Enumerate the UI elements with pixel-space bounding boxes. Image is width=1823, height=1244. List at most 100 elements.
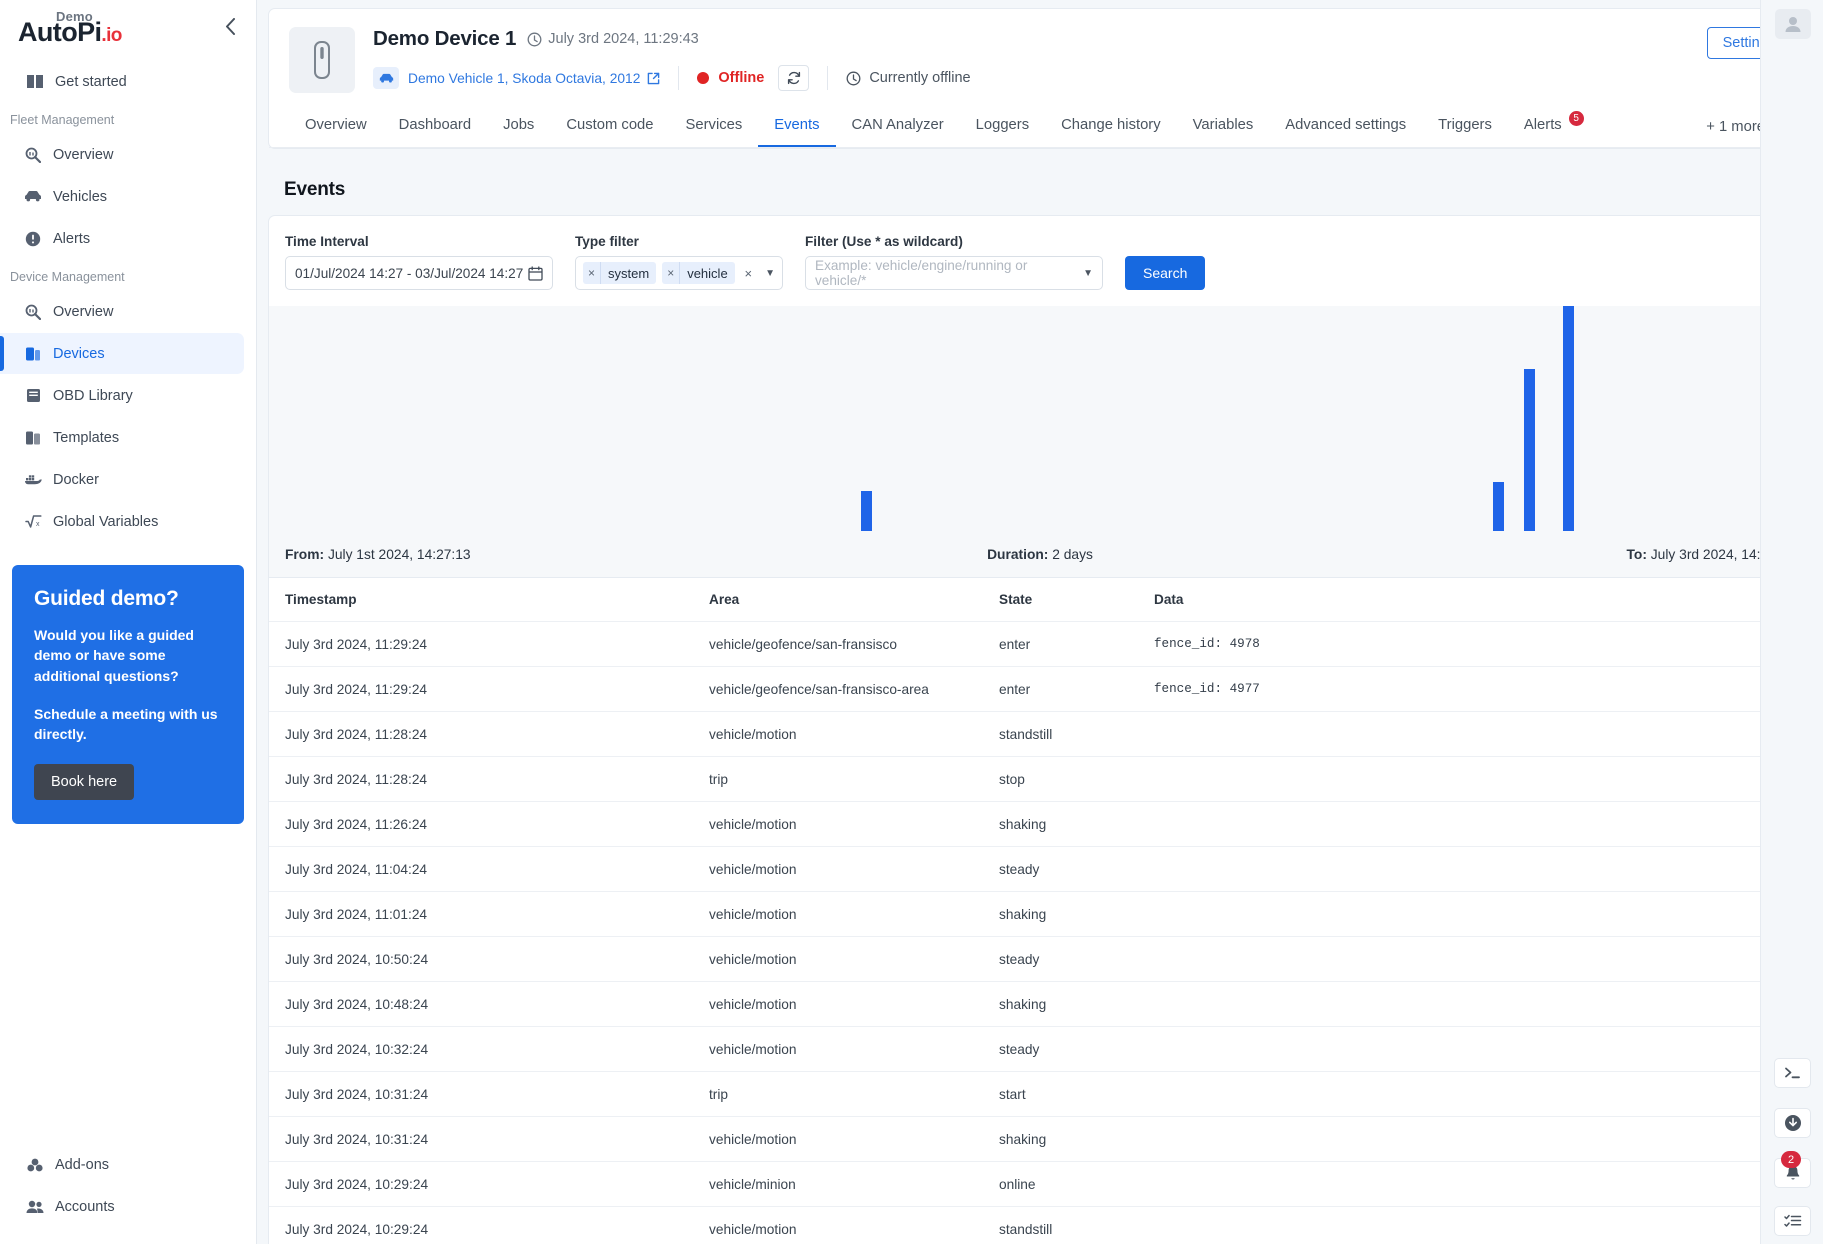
- events-timeline-chart: From: July 1st 2024, 14:27:13 Duration: …: [268, 306, 1812, 578]
- guided-demo-text-1: Would you like a guided demo or have som…: [34, 627, 194, 684]
- table-row[interactable]: July 3rd 2024, 11:29:24 vehicle/geofence/…: [269, 621, 1811, 667]
- device-tabs: Overview Dashboard Jobs Custom code Serv…: [269, 107, 1811, 148]
- guided-demo-text-2: Schedule a meeting with us directly.: [34, 705, 218, 743]
- tab-variables[interactable]: Variables: [1177, 107, 1270, 147]
- type-filter-input[interactable]: × system × vehicle × ▼: [575, 256, 783, 290]
- sidebar-item-accounts[interactable]: Accounts: [0, 1186, 244, 1227]
- sidebar-item-templates[interactable]: Templates: [0, 417, 244, 458]
- sidebar-collapse-button[interactable]: [225, 10, 238, 38]
- table-row[interactable]: July 3rd 2024, 10:48:24 vehicle/motion sha…: [269, 981, 1811, 1027]
- tabs-more-label: + 1 more: [1706, 119, 1765, 135]
- table-row[interactable]: July 3rd 2024, 10:32:24 vehicle/motion ste…: [269, 1026, 1811, 1072]
- sidebar-item-devices[interactable]: Devices: [0, 333, 244, 374]
- events-section-title: Events: [284, 179, 346, 200]
- tab-jobs[interactable]: Jobs: [487, 107, 550, 147]
- terminal-button[interactable]: [1774, 1058, 1811, 1088]
- chart-bar: [861, 490, 873, 531]
- tab-events[interactable]: Events: [758, 107, 836, 147]
- cell-timestamp: July 3rd 2024, 11:29:24: [269, 666, 709, 712]
- type-chip-vehicle[interactable]: × vehicle: [662, 262, 735, 284]
- refresh-button[interactable]: [778, 65, 810, 91]
- clear-all-icon[interactable]: ×: [745, 266, 753, 281]
- table-row[interactable]: July 3rd 2024, 11:28:24tripstop⚡: [269, 756, 1811, 802]
- device-timestamp-text: July 3rd 2024, 11:29:43: [548, 31, 699, 47]
- table-row[interactable]: July 3rd 2024, 10:31:24tripstart⚡: [269, 1071, 1811, 1117]
- sidebar-item-docker[interactable]: Docker: [0, 459, 244, 500]
- sidebar-item-label: Overview: [53, 146, 114, 163]
- tab-dashboard[interactable]: Dashboard: [383, 107, 487, 147]
- chart-from-label: From:: [285, 546, 325, 562]
- cell-state: steady: [999, 846, 1154, 892]
- divider: [827, 66, 829, 90]
- type-chip-system[interactable]: × system: [583, 262, 657, 284]
- user-avatar[interactable]: [1775, 9, 1811, 39]
- cell-data: [1154, 1116, 1751, 1162]
- wildcard-filter-input[interactable]: Example: vehicle/engine/running or vehic…: [805, 256, 1103, 290]
- tab-advanced-settings[interactable]: Advanced settings: [1269, 107, 1422, 147]
- chip-remove-icon[interactable]: ×: [662, 266, 679, 280]
- vehicle-link[interactable]: Demo Vehicle 1, Skoda Octavia, 2012: [408, 71, 640, 86]
- tab-loggers[interactable]: Loggers: [960, 107, 1045, 147]
- sidebar-item-fleet-overview[interactable]: Overview: [0, 134, 244, 175]
- tasks-button[interactable]: [1774, 1206, 1811, 1236]
- time-interval-input[interactable]: 01/Jul/2024 14:27 - 03/Jul/2024 14:27: [285, 256, 553, 290]
- column-header-timestamp[interactable]: Timestamp: [269, 578, 709, 622]
- cell-timestamp: July 3rd 2024, 10:31:24: [269, 1116, 709, 1162]
- logo-io: .io: [101, 25, 122, 46]
- column-header-state[interactable]: State: [999, 578, 1154, 622]
- clock-icon: [846, 71, 861, 85]
- cell-state: online: [999, 1161, 1154, 1207]
- sidebar-item-vehicles[interactable]: Vehicles: [0, 176, 244, 217]
- column-header-data[interactable]: Data: [1154, 578, 1751, 622]
- table-row[interactable]: July 3rd 2024, 11:29:24 vehicle/geofence/…: [269, 666, 1811, 712]
- table-row[interactable]: July 3rd 2024, 11:26:24 vehicle/motion sha…: [269, 801, 1811, 847]
- search-button[interactable]: Search: [1125, 256, 1206, 290]
- terminal-icon: [1785, 1067, 1800, 1079]
- notifications-button[interactable]: 2: [1774, 1151, 1811, 1188]
- calendar-icon[interactable]: [528, 265, 543, 281]
- device-header-card: Demo Device 1 July 3rd 2024, 11:29:43 De…: [268, 8, 1812, 149]
- column-header-area[interactable]: Area: [709, 578, 999, 622]
- cell-area: vehicle/geofence/san-fransisco: [709, 621, 999, 667]
- tab-triggers[interactable]: Triggers: [1422, 107, 1508, 147]
- sidebar-item-label: Get started: [55, 73, 127, 90]
- cell-data: fence_id: 4978: [1154, 621, 1751, 667]
- cell-data: [1154, 1206, 1751, 1244]
- chip-remove-icon[interactable]: ×: [583, 266, 600, 280]
- tab-can-analyzer[interactable]: CAN Analyzer: [836, 107, 960, 147]
- sidebar-item-obd-library[interactable]: OBD Library: [0, 375, 244, 416]
- car-icon: [24, 190, 42, 203]
- chart-from-value: July 1st 2024, 14:27:13: [327, 546, 471, 562]
- table-row[interactable]: July 3rd 2024, 10:29:24 vehicle/motion sta…: [269, 1206, 1811, 1244]
- right-rail: 2: [1760, 0, 1823, 1244]
- sidebar-item-add-ons[interactable]: Add-ons: [0, 1144, 244, 1185]
- cell-area: vehicle/motion: [709, 936, 999, 982]
- table-row[interactable]: July 3rd 2024, 11:04:24 vehicle/motion ste…: [269, 846, 1811, 892]
- tab-change-history[interactable]: Change history: [1045, 107, 1177, 147]
- table-row[interactable]: July 3rd 2024, 10:31:24 vehicle/motion sha…: [269, 1116, 1811, 1162]
- chevron-down-icon[interactable]: ▼: [765, 268, 775, 279]
- sidebar-item-device-overview[interactable]: Overview: [0, 291, 244, 332]
- download-button[interactable]: [1774, 1108, 1811, 1138]
- tab-label: Overview: [305, 117, 367, 133]
- cell-timestamp: July 3rd 2024, 11:28:24: [269, 756, 709, 802]
- chevron-down-icon[interactable]: ▼: [1083, 268, 1093, 279]
- sidebar-item-global-variables[interactable]: x Global Variables: [0, 501, 244, 542]
- tab-custom-code[interactable]: Custom code: [550, 107, 669, 147]
- tab-alerts[interactable]: Alerts 5: [1508, 107, 1586, 147]
- tab-services[interactable]: Services: [670, 107, 759, 147]
- book-here-button[interactable]: Book here: [34, 764, 135, 801]
- sidebar-item-label: Accounts: [55, 1198, 115, 1215]
- table-row[interactable]: July 3rd 2024, 10:50:24 vehicle/motion ste…: [269, 936, 1811, 982]
- magnifier-icon: [24, 304, 42, 320]
- sidebar-item-get-started[interactable]: Get started: [0, 61, 244, 102]
- table-row[interactable]: July 3rd 2024, 11:01:24 vehicle/motion sha…: [269, 891, 1811, 937]
- external-link-icon[interactable]: [647, 72, 660, 85]
- tab-overview[interactable]: Overview: [289, 107, 383, 147]
- sidebar-item-label: Templates: [53, 429, 120, 446]
- filters-panel: Time Interval 01/Jul/2024 14:27 - 03/Jul…: [268, 215, 1812, 306]
- sidebar-item-alerts[interactable]: Alerts: [0, 218, 244, 259]
- tab-label: Loggers: [975, 117, 1030, 133]
- table-row[interactable]: July 3rd 2024, 11:28:24 vehicle/motion sta…: [269, 711, 1811, 757]
- table-row[interactable]: July 3rd 2024, 10:29:24 vehicle/minion onl…: [269, 1161, 1811, 1207]
